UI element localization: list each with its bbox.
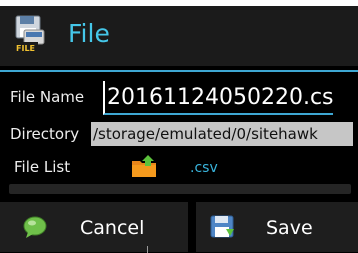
- cancel-button[interactable]: Cancel: [0, 202, 188, 252]
- file-list-label: File List: [14, 158, 71, 176]
- dialog-title: File: [68, 19, 110, 48]
- dialog-title-bar: FILE File: [0, 6, 358, 66]
- file-name-label: File Name: [10, 88, 85, 106]
- save-button[interactable]: Save: [196, 202, 358, 252]
- folder-up-icon[interactable]: [131, 154, 157, 178]
- green-chat-bubble-icon: [22, 215, 48, 239]
- file-dialog: FILE File File Name Directory /storage/e…: [0, 6, 358, 253]
- file-extension-label: .csv: [190, 160, 218, 176]
- bottom-tick: [147, 246, 148, 253]
- cancel-label: Cancel: [80, 217, 145, 239]
- save-label: Save: [266, 217, 313, 239]
- title-divider: [0, 70, 358, 72]
- file-list-scroll[interactable]: [9, 184, 351, 194]
- directory-field[interactable]: /storage/emulated/0/sitehawk: [91, 122, 353, 146]
- floppy-disk-save-icon: [210, 215, 236, 239]
- floppy-disk-file-icon: FILE: [14, 14, 48, 54]
- file-name-input[interactable]: [103, 81, 333, 115]
- svg-text:FILE: FILE: [16, 44, 35, 53]
- directory-label: Directory: [10, 125, 80, 143]
